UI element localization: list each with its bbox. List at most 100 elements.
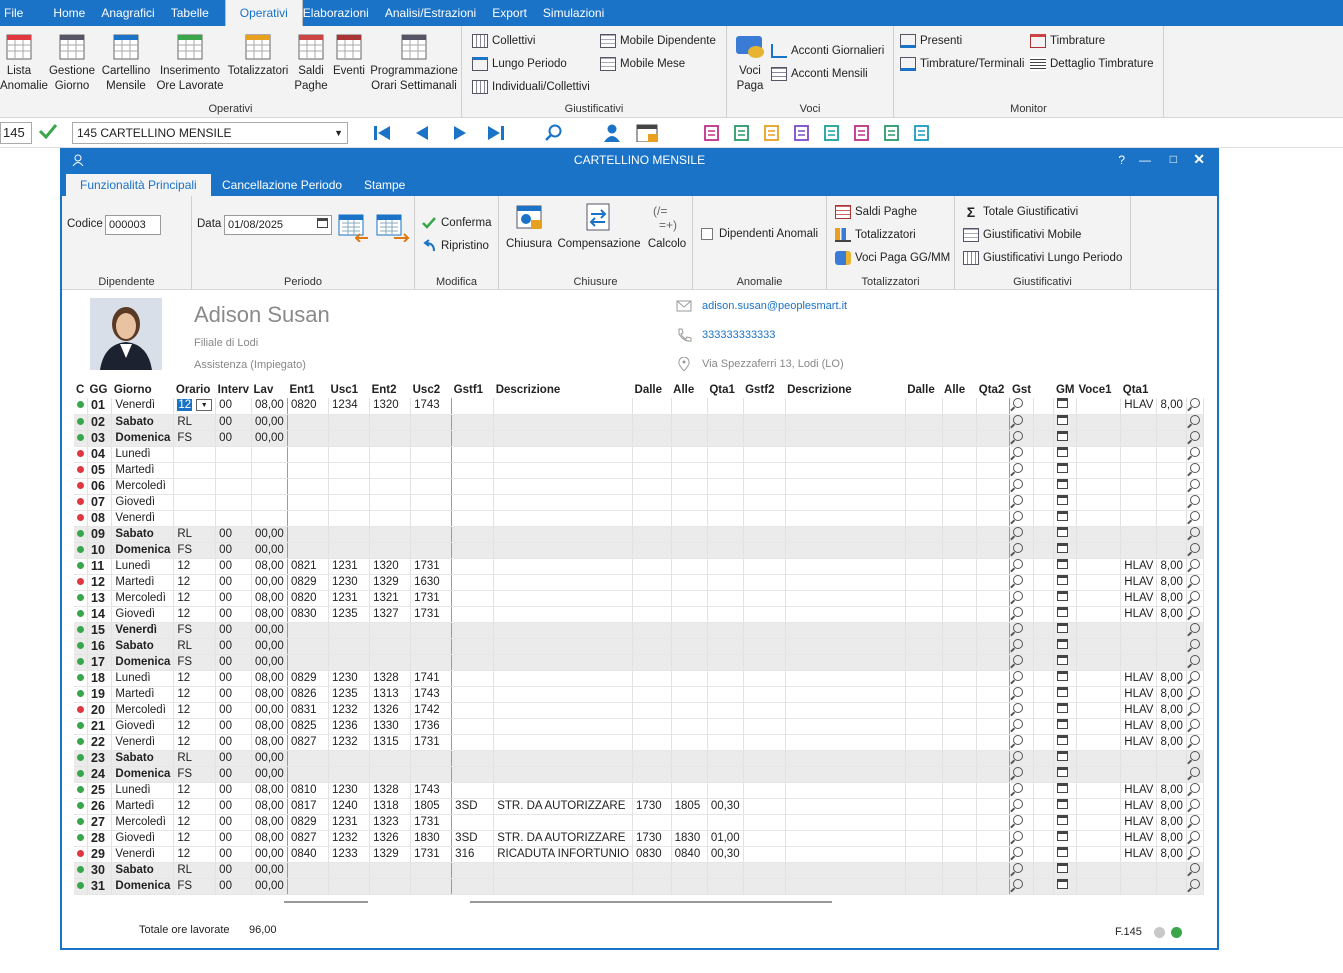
cell-gstf2[interactable] — [743, 526, 786, 543]
cell-alle[interactable] — [671, 542, 708, 559]
cell-ent1[interactable]: 0830 — [287, 606, 330, 623]
calendar-icon[interactable] — [317, 218, 328, 228]
calendar-icon[interactable] — [1057, 510, 1069, 521]
cell-orario[interactable]: 12 — [173, 686, 217, 703]
table-row[interactable]: 01 Venerdì 12 ▼ 00 08,00 0820 1234 1320 1743 HLAV 8… — [74, 398, 1204, 415]
cell-dalle[interactable] — [632, 862, 672, 879]
cell-gstf2[interactable] — [743, 734, 786, 751]
cell-qta2[interactable] — [976, 494, 1011, 511]
cell-lav[interactable]: 00,00 — [251, 654, 288, 671]
cell-qta2[interactable] — [976, 686, 1011, 703]
cell-orario[interactable]: 12 ▼ — [173, 398, 217, 415]
cell-dalle[interactable] — [632, 510, 672, 527]
cell-alle[interactable] — [671, 766, 708, 783]
cell-voce1[interactable]: HLAV — [1120, 574, 1158, 591]
cell-alle[interactable]: 0840 — [671, 846, 708, 863]
cell-ent2[interactable]: 1330 — [369, 718, 412, 735]
cell-usc2[interactable]: 1731 — [410, 814, 453, 831]
dettaglio-timbrature-button[interactable]: Dettaglio Timbrature — [1030, 57, 1154, 71]
timbrature-button[interactable]: Timbrature — [1030, 34, 1105, 48]
cell-dalle[interactable] — [632, 686, 672, 703]
search-icon[interactable] — [1190, 414, 1200, 425]
cell-lav[interactable]: 08,00 — [251, 558, 288, 575]
cell-gst[interactable] — [1009, 398, 1034, 415]
table-row[interactable]: 07 Giovedì — [74, 494, 1204, 511]
cell-qta2[interactable] — [976, 414, 1011, 431]
cell-vqta1[interactable] — [1156, 654, 1187, 671]
cell-usc2[interactable]: 1731 — [410, 590, 453, 607]
cell-orario[interactable]: FS — [173, 542, 217, 559]
search-icon[interactable] — [1013, 878, 1024, 889]
col-header-usc1-7[interactable]: Usc1 — [329, 382, 370, 398]
cell-gstf2[interactable] — [743, 638, 786, 655]
search-icon[interactable] — [1190, 830, 1200, 841]
search-icon[interactable] — [1013, 430, 1024, 441]
cell-qta2[interactable] — [976, 654, 1011, 671]
calendar-icon[interactable] — [1057, 414, 1069, 425]
cell-alle[interactable] — [671, 654, 708, 671]
cell-lav[interactable]: 00,00 — [251, 878, 288, 895]
cell-alle[interactable] — [671, 750, 708, 767]
search-icon[interactable] — [1013, 766, 1024, 777]
cell-interv[interactable]: 00 — [215, 798, 253, 815]
cell-usc2[interactable]: 1731 — [410, 734, 453, 751]
ribbon-button-timecard[interactable]: Cartellino Mensile — [100, 32, 152, 94]
cell-gst[interactable] — [1009, 430, 1034, 447]
cell-gm[interactable] — [1053, 798, 1077, 815]
cell-dalle[interactable] — [632, 622, 672, 639]
cell-action[interactable] — [1186, 494, 1204, 511]
col-header-gst-20[interactable]: Gst — [1010, 382, 1033, 398]
cell-lav[interactable]: 00,00 — [251, 702, 288, 719]
cell-desc1[interactable] — [493, 638, 634, 655]
cell-lav[interactable] — [251, 462, 288, 479]
cell-alle2[interactable] — [942, 878, 978, 895]
cell-alle2[interactable] — [942, 494, 978, 511]
cell-gm[interactable] — [1053, 398, 1077, 415]
cell-gm[interactable] — [1053, 750, 1077, 767]
cell-dalle2[interactable] — [905, 782, 943, 799]
cell-lav[interactable]: 08,00 — [251, 830, 288, 847]
cell-orario[interactable]: 12 — [173, 606, 217, 623]
cell-action[interactable] — [1186, 446, 1204, 463]
cell-interv[interactable]: 00 — [215, 590, 253, 607]
cell-qta1[interactable] — [707, 510, 744, 527]
search-icon[interactable] — [1190, 798, 1200, 809]
cell-ent2[interactable] — [369, 766, 412, 783]
table-row[interactable]: 29 Venerdì 12 00 00,00 0840 1233 1329 1731 316 RIC… — [74, 846, 1204, 863]
ribbon-button-day-grid[interactable]: Gestione Giorno — [46, 32, 98, 94]
codice-input[interactable]: 000003 — [105, 215, 161, 235]
cell-lav[interactable] — [251, 478, 288, 495]
cell-orario[interactable] — [173, 446, 217, 463]
cell-interv[interactable]: 00 — [215, 830, 253, 847]
cell-gst[interactable] — [1009, 478, 1034, 495]
cell-desc1[interactable] — [493, 670, 634, 687]
cell-qta2[interactable] — [976, 462, 1011, 479]
cell-ent2[interactable]: 1326 — [369, 702, 412, 719]
cell-ent1[interactable] — [287, 654, 330, 671]
cell-gstf1[interactable] — [451, 446, 495, 463]
cell-gm[interactable] — [1053, 526, 1077, 543]
cell-ent2[interactable]: 1329 — [369, 846, 412, 863]
voci-paga-ggmm-button[interactable]: Voci Paga GG/MM — [835, 251, 950, 265]
cell-gst[interactable] — [1009, 846, 1034, 863]
cell-dalle2[interactable] — [905, 590, 943, 607]
cell-vqta1[interactable] — [1156, 542, 1187, 559]
cell-lav[interactable]: 08,00 — [251, 718, 288, 735]
cell-gstf1[interactable]: 3SD — [451, 798, 495, 815]
cell-alle2[interactable] — [942, 670, 978, 687]
cell-gm[interactable] — [1053, 542, 1077, 559]
cell-desc2[interactable] — [785, 590, 906, 607]
cell-gst[interactable] — [1009, 734, 1034, 751]
cell-action[interactable] — [1186, 462, 1204, 479]
cell-gstf2[interactable] — [743, 750, 786, 767]
cell-lav[interactable]: 08,00 — [251, 782, 288, 799]
table-row[interactable]: 21 Giovedì 12 00 08,00 0825 1236 1330 1736 HLAV 8,… — [74, 718, 1204, 735]
mobile-dipendente-button[interactable]: Mobile Dipendente — [600, 34, 716, 48]
cell-interv[interactable]: 00 — [215, 814, 253, 831]
giustificativi-mobile-button[interactable]: Giustificativi Mobile — [963, 228, 1081, 242]
col-header-c-0[interactable]: C — [74, 382, 88, 398]
search-icon[interactable] — [1190, 782, 1200, 793]
cell-vqta1[interactable] — [1156, 750, 1187, 767]
cell-vqta1[interactable] — [1156, 766, 1187, 783]
cell-usc2[interactable] — [410, 462, 453, 479]
